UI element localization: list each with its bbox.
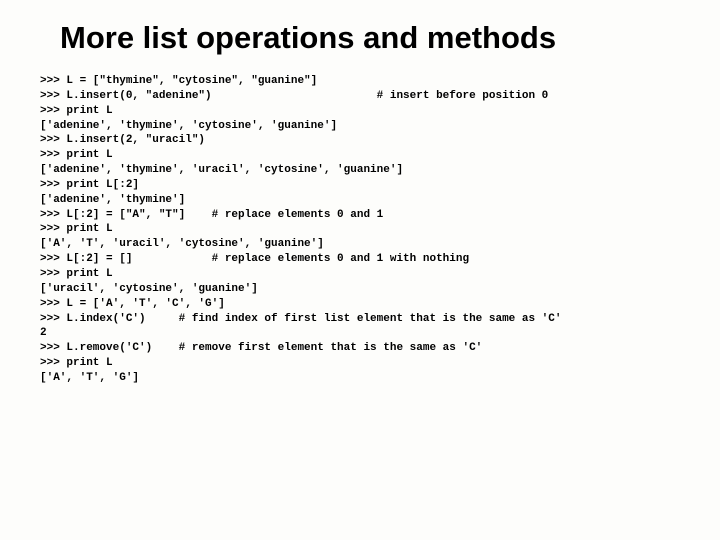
slide-container: More list operations and methods >>> L =… [0,0,720,406]
slide-title: More list operations and methods [40,20,680,56]
code-block: >>> L = ["thymine", "cytosine", "guanine… [40,74,680,386]
